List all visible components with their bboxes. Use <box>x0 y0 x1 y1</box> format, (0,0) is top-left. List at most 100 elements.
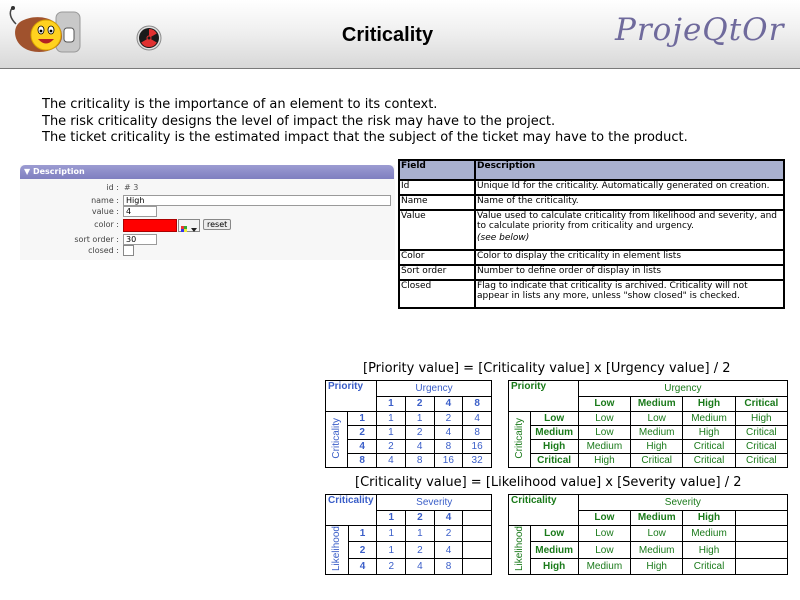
field-cell: Name <box>398 194 476 211</box>
matrix-corner-label: Criticality <box>324 494 378 526</box>
matrix-cell: High <box>630 439 684 454</box>
criticality-formula: [Criticality value] = [Likelihood value]… <box>355 475 742 490</box>
matrix-column-header: Low <box>577 395 632 412</box>
matrix-cell: 8 <box>404 453 435 468</box>
matrix-row-header: 4 <box>347 439 378 454</box>
intro-line-3: The ticket criticality is the estimated … <box>42 130 688 145</box>
matrix-cell: 8 <box>433 439 464 454</box>
matrix-row: 8 4 8 16 32 <box>326 453 492 468</box>
field-cell: Color <box>398 249 476 266</box>
matrix-cell: 1 <box>376 524 407 543</box>
matrix-row-header: Low <box>529 411 579 426</box>
sort-order-input[interactable]: 30 <box>123 234 157 245</box>
matrix-cell: Medium <box>630 425 684 440</box>
description-cell: Value used to calculate criticality from… <box>474 209 785 251</box>
matrix-row: Likelihood Low Low Low Medium <box>508 524 789 576</box>
matrix-column-header: Medium <box>630 509 684 526</box>
matrix-cell: 4 <box>404 439 435 454</box>
matrix-cell: 2 <box>433 411 464 426</box>
matrix-row-header: High <box>529 557 579 576</box>
matrix-row-header: Medium <box>529 425 579 440</box>
matrix-row-title: Likelihood <box>508 524 531 576</box>
matrix-row: Medium Low Medium High Critical <box>509 425 789 440</box>
table-header-row: Field Description <box>398 159 785 181</box>
matrix-cell: 1 <box>376 411 406 426</box>
matrix-corner-label: Priority <box>324 380 378 412</box>
matrix-corner-label: Priority <box>508 380 579 412</box>
criticality-label-matrix: Criticality Severity Low Medium High Likeliho… <box>508 494 789 576</box>
table-row: Color Color to display the criticality i… <box>398 249 785 266</box>
matrix-row-header: 4 <box>347 557 378 576</box>
matrix-row-header: 2 <box>347 425 378 440</box>
name-input[interactable]: High <box>123 195 391 206</box>
intro-line-1: The criticality is the importance of an … <box>42 97 438 112</box>
matrix-corner-label: Criticality <box>508 494 579 526</box>
matrix-title-row: Criticality Severity <box>508 494 789 526</box>
closed-label: closed : <box>88 246 119 255</box>
description-cell: Number to define order of display in lis… <box>474 264 785 281</box>
color-swatch[interactable] <box>123 219 177 232</box>
matrix-row-header: High <box>529 439 579 454</box>
matrix-row-header: Medium <box>529 541 579 559</box>
matrix-cell: Medium <box>682 524 736 543</box>
table-row: Closed Flag to indicate that criticality… <box>398 279 785 309</box>
id-label: id : <box>106 183 119 192</box>
panel-title: Description <box>32 167 85 176</box>
color-picker-button[interactable] <box>178 219 200 232</box>
matrix-cell: High <box>577 453 632 468</box>
matrix-cell: Medium <box>577 557 632 576</box>
matrix-cell: High <box>682 541 736 559</box>
matrix-cell: 4 <box>433 425 464 440</box>
matrix-row-header: Low <box>529 524 579 543</box>
matrix-cell: 2 <box>405 541 435 559</box>
app-logo[interactable] <box>6 4 82 62</box>
priority-label-matrix: Priority Urgency Low Medium High Critical Crit… <box>508 380 789 468</box>
matrix-cell: 8 <box>433 557 464 576</box>
matrix-row: High Medium High Critical <box>509 557 789 576</box>
matrix-row: 2124 <box>326 541 492 559</box>
logo-mascot-icon <box>9 6 81 53</box>
matrix-row-title: Criticality <box>508 411 531 468</box>
name-label: name : <box>91 196 119 205</box>
field-column-header: Field <box>398 159 476 181</box>
matrix-row-title: Likelihood <box>325 524 349 576</box>
matrix-column-header: 2 <box>404 395 435 412</box>
matrix-cell: Low <box>577 524 632 543</box>
matrix-column-header: 4 <box>433 395 464 412</box>
matrix-row-title-text: Criticality <box>513 417 525 459</box>
description-cell: Color to display the criticality in elem… <box>474 249 785 266</box>
matrix-cell: 1 <box>404 411 435 426</box>
value-description-text: Value used to calculate criticality from… <box>477 211 778 231</box>
matrix-cell: Low <box>577 541 632 559</box>
matrix-title-row: Priority Urgency <box>324 380 492 412</box>
matrix-column-header <box>734 509 789 526</box>
matrix-row: High Medium High Critical Critical <box>509 439 789 454</box>
field-cell: Closed <box>398 279 476 309</box>
matrix-row: 21248 <box>326 425 492 440</box>
color-label: color : <box>94 220 119 229</box>
description-panel-header[interactable]: ▼ Description <box>20 165 394 179</box>
matrix-cell: Medium <box>630 541 684 559</box>
matrix-cell: 2 <box>404 425 435 440</box>
description-cell: Name of the criticality. <box>474 194 785 211</box>
see-below-note: (see below) <box>477 233 530 243</box>
field-cell: Sort order <box>398 264 476 281</box>
reset-button[interactable]: reset <box>203 219 232 230</box>
closed-checkbox[interactable] <box>123 245 134 256</box>
matrix-cell: Critical <box>734 439 789 454</box>
matrix-cell <box>462 557 492 576</box>
matrix-cell: 4 <box>462 411 492 426</box>
matrix-cell: Critical <box>682 439 736 454</box>
value-label: value : <box>91 207 119 216</box>
matrix-column-header: 8 <box>462 395 492 412</box>
matrix-column-header: Low <box>577 509 632 526</box>
sort-order-label: sort order : <box>74 235 119 244</box>
table-row: Value Value used to calculate criticalit… <box>398 209 785 251</box>
help-radiation-icon[interactable] <box>136 25 162 55</box>
matrix-column-title: Severity <box>577 494 789 511</box>
matrix-cell: Medium <box>682 411 736 426</box>
matrix-column-header <box>462 509 492 526</box>
matrix-cell <box>734 557 789 576</box>
intro-line-2: The risk criticality designs the level o… <box>42 114 556 129</box>
value-input[interactable]: 4 <box>123 206 157 217</box>
